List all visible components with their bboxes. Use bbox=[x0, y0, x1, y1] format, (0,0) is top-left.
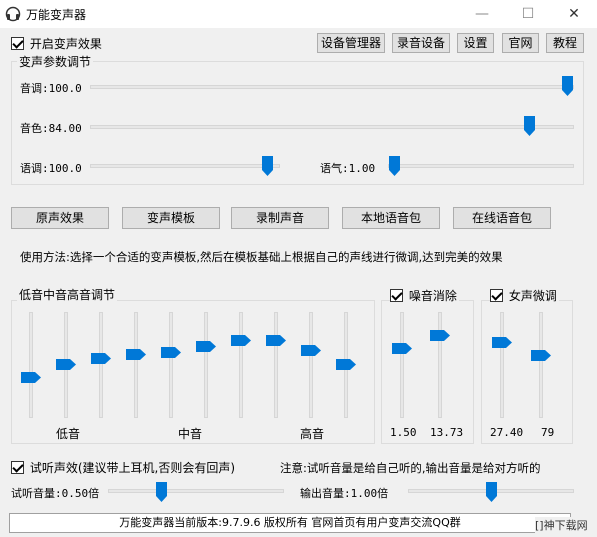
eq-band-track-7[interactable] bbox=[239, 312, 243, 418]
eq-high-label: 高音 bbox=[300, 427, 325, 441]
window-title: 万能变声器 bbox=[26, 8, 87, 22]
noise-track-1[interactable] bbox=[400, 312, 404, 418]
timbre-label: 音色:84.00 bbox=[20, 122, 82, 135]
settings-button[interactable]: 设置 bbox=[457, 33, 494, 53]
noise-reduction-label: 噪音消除 bbox=[408, 289, 457, 303]
eq-band-thumb-4[interactable] bbox=[126, 348, 146, 360]
noise-thumb-2[interactable] bbox=[430, 329, 450, 341]
female-track-1[interactable] bbox=[500, 312, 504, 418]
eq-band-thumb-8[interactable] bbox=[266, 334, 286, 346]
eq-band-track-1[interactable] bbox=[29, 312, 33, 418]
eq-band-thumb-9[interactable] bbox=[301, 344, 321, 356]
website-button[interactable]: 官网 bbox=[502, 33, 539, 53]
pitch-slider-track[interactable] bbox=[90, 85, 574, 89]
eq-mid-label: 中音 bbox=[178, 427, 203, 441]
eq-band-track-8[interactable] bbox=[274, 312, 278, 418]
maximize-button[interactable]: ☐ bbox=[505, 0, 551, 28]
eq-legend: 低音中音高音调节 bbox=[17, 286, 118, 303]
eq-band-track-9[interactable] bbox=[309, 312, 313, 418]
listen-volume-track[interactable] bbox=[108, 489, 284, 493]
female-value-1: 27.40 bbox=[490, 426, 524, 439]
female-group bbox=[481, 300, 573, 444]
checkbox-icon bbox=[390, 289, 403, 302]
female-tuning-checkbox[interactable]: 女声微调 bbox=[490, 287, 559, 304]
speed-slider-track[interactable] bbox=[90, 164, 280, 168]
female-track-2[interactable] bbox=[539, 312, 543, 418]
recording-device-button[interactable]: 录音设备 bbox=[392, 33, 450, 53]
eq-band-thumb-7[interactable] bbox=[231, 334, 251, 346]
speed-label: 语调:100.0 bbox=[20, 162, 82, 175]
noise-track-2[interactable] bbox=[438, 312, 442, 418]
pitch-label: 音调:100.0 bbox=[20, 82, 82, 95]
app-icon bbox=[5, 6, 21, 22]
eq-band-thumb-10[interactable] bbox=[336, 359, 356, 370]
voice-template-button[interactable]: 变声模板 bbox=[122, 207, 220, 229]
noise-reduction-checkbox[interactable]: 噪音消除 bbox=[390, 287, 459, 304]
timbre-slider-thumb[interactable] bbox=[524, 116, 535, 136]
output-volume-thumb[interactable] bbox=[486, 482, 497, 502]
noise-value-1: 1.50 bbox=[390, 426, 417, 439]
checkbox-icon bbox=[11, 461, 24, 474]
listen-volume-label: 试听音量:0.50倍 bbox=[11, 487, 100, 500]
eq-low-label: 低音 bbox=[56, 427, 81, 441]
close-button[interactable]: ✕ bbox=[551, 0, 597, 28]
enable-effect-checkbox[interactable]: 开启变声效果 bbox=[11, 35, 102, 52]
tone-slider-track[interactable] bbox=[388, 164, 574, 168]
speed-slider-thumb[interactable] bbox=[262, 156, 273, 176]
local-voice-pack-button[interactable]: 本地语音包 bbox=[342, 207, 440, 229]
record-voice-button[interactable]: 录制声音 bbox=[231, 207, 329, 229]
volume-note: 注意:试听音量是给自己听的,输出音量是给对方听的 bbox=[280, 461, 541, 475]
output-volume-label: 输出音量:1.00倍 bbox=[300, 487, 389, 500]
timbre-slider-track[interactable] bbox=[90, 125, 574, 129]
eq-band-thumb-5[interactable] bbox=[161, 346, 181, 358]
pitch-slider-thumb[interactable] bbox=[562, 76, 573, 96]
eq-band-thumb-1[interactable] bbox=[21, 372, 41, 384]
watermark: []神下载网 bbox=[535, 517, 588, 533]
monitor-label: 试听声效(建议带上耳机,否则会有回声) bbox=[29, 461, 236, 475]
female-thumb-2[interactable] bbox=[531, 349, 551, 361]
main-window: 万能变声器 — ☐ ✕ 开启变声效果 设备管理器 录音设备 设置 官网 教程 变… bbox=[0, 0, 597, 537]
noise-thumb-1[interactable] bbox=[392, 343, 412, 355]
checkbox-icon bbox=[490, 289, 503, 302]
eq-band-track-4[interactable] bbox=[134, 312, 138, 418]
listen-volume-thumb[interactable] bbox=[156, 482, 167, 502]
device-manager-button[interactable]: 设备管理器 bbox=[317, 33, 385, 53]
usage-text: 使用方法:选择一个合适的变声模板,然后在模板基础上根据自己的声线进行微调,达到完… bbox=[20, 250, 503, 264]
status-bar: 万能变声器当前版本:9.7.9.6 版权所有 官网首页有用户变声交流QQ群 bbox=[9, 513, 571, 533]
eq-band-thumb-2[interactable] bbox=[56, 359, 76, 370]
monitor-checkbox[interactable]: 试听声效(建议带上耳机,否则会有回声) bbox=[11, 459, 235, 476]
original-voice-button[interactable]: 原声效果 bbox=[11, 207, 109, 229]
tone-slider-thumb[interactable] bbox=[389, 156, 400, 176]
eq-band-track-6[interactable] bbox=[204, 312, 208, 418]
noise-group bbox=[381, 300, 474, 444]
eq-band-thumb-6[interactable] bbox=[196, 341, 216, 353]
tone-label: 语气:1.00 bbox=[320, 162, 376, 175]
minimize-button[interactable]: — bbox=[459, 0, 505, 28]
noise-value-2: 13.73 bbox=[430, 426, 464, 439]
checkbox-icon bbox=[11, 37, 24, 50]
params-legend: 变声参数调节 bbox=[17, 53, 94, 70]
tutorial-button[interactable]: 教程 bbox=[546, 33, 584, 53]
female-value-2: 79 bbox=[541, 426, 555, 439]
eq-band-track-5[interactable] bbox=[169, 312, 173, 418]
eq-band-thumb-3[interactable] bbox=[91, 353, 111, 365]
female-thumb-1[interactable] bbox=[492, 337, 512, 349]
eq-band-track-3[interactable] bbox=[99, 312, 103, 418]
enable-effect-label: 开启变声效果 bbox=[29, 37, 102, 51]
online-voice-pack-button[interactable]: 在线语音包 bbox=[453, 207, 551, 229]
female-tuning-label: 女声微调 bbox=[508, 289, 557, 303]
